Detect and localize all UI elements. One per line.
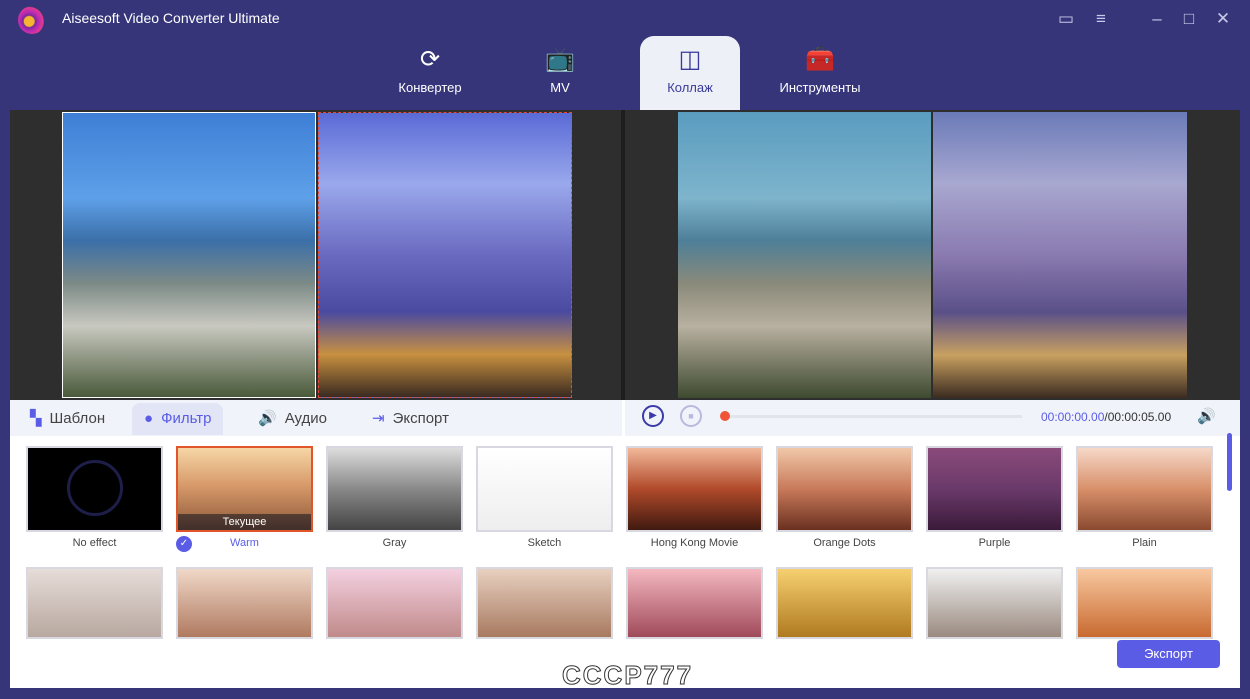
export-button[interactable]: Экспорт xyxy=(1117,640,1220,668)
filter-label: No effect xyxy=(72,537,117,549)
filter-label: Hong Kong Movie xyxy=(650,537,739,549)
no-effect-icon xyxy=(66,460,123,516)
preview-cell-2 xyxy=(933,112,1187,398)
filter-label: Gray xyxy=(382,537,407,549)
collage-cell-2[interactable] xyxy=(318,112,572,398)
filter-thumb-no-effect[interactable] xyxy=(26,446,163,532)
speaker-icon: 🔊 xyxy=(258,410,277,427)
filter-thumb-purple[interactable] xyxy=(926,446,1063,532)
tab-audio[interactable]: 🔊 Аудио xyxy=(246,403,339,435)
filter-thumb[interactable] xyxy=(926,567,1063,639)
nav-converter[interactable]: ⟳ Конвертер xyxy=(380,36,480,110)
close-icon[interactable]: ✕ xyxy=(1212,9,1234,29)
filter-label: Purple xyxy=(978,537,1011,549)
selected-check-icon: ✓ xyxy=(176,536,192,552)
filter-thumb-orange-dots[interactable] xyxy=(776,446,913,532)
filter-thumb[interactable] xyxy=(1076,567,1213,639)
filter-thumb-sketch[interactable] xyxy=(476,446,613,532)
filter-thumb-gray[interactable] xyxy=(326,446,463,532)
preview-cell-1 xyxy=(678,112,931,398)
filter-label: Orange Dots xyxy=(813,537,876,549)
menu-icon[interactable]: ≡ xyxy=(1090,9,1112,29)
export-icon: ⇥ xyxy=(372,410,385,427)
minimize-icon[interactable]: – xyxy=(1146,9,1168,29)
filter-thumb-plain[interactable] xyxy=(1076,446,1213,532)
filter-label: Sketch xyxy=(527,537,562,549)
filter-thumb[interactable] xyxy=(776,567,913,639)
app-title: Aiseesoft Video Converter Ultimate xyxy=(62,10,280,26)
nav-toolbox[interactable]: 🧰 Инструменты xyxy=(770,36,870,110)
filter-thumb[interactable] xyxy=(476,567,613,639)
stop-button[interactable]: ■ xyxy=(680,405,702,427)
filter-icon: ● xyxy=(144,410,154,427)
time-display: 00:00:00.00/00:00:05.00 xyxy=(1041,410,1172,424)
filter-thumb[interactable] xyxy=(176,567,313,639)
filter-thumb[interactable] xyxy=(626,567,763,639)
filter-label: Plain xyxy=(1132,537,1157,549)
collage-icon: ◫ xyxy=(678,46,702,73)
toolbox-icon: 🧰 xyxy=(805,46,835,73)
filter-thumb-hong-kong-movie[interactable] xyxy=(626,446,763,532)
progress-slider[interactable] xyxy=(726,415,1022,418)
nav-collage[interactable]: ◫ Коллаж xyxy=(640,36,740,110)
template-icon: ▚ xyxy=(30,410,42,427)
collage-cell-1[interactable] xyxy=(62,112,316,398)
tab-export[interactable]: ⇥ Экспорт xyxy=(360,403,461,435)
app-logo xyxy=(18,6,46,34)
current-badge: Текущее xyxy=(178,514,311,530)
play-button[interactable]: ▶ xyxy=(642,405,664,427)
volume-icon[interactable]: 🔊 xyxy=(1197,407,1216,425)
nav-mv[interactable]: 📺 MV xyxy=(510,36,610,110)
filter-thumb-warm[interactable]: Текущее xyxy=(176,446,313,532)
tv-icon: 📺 xyxy=(545,46,575,73)
tab-template[interactable]: ▚ Шаблон xyxy=(18,403,117,435)
filter-thumb[interactable] xyxy=(326,567,463,639)
tab-filter[interactable]: ● Фильтр xyxy=(132,403,224,435)
scrollbar[interactable] xyxy=(1227,433,1232,491)
progress-handle[interactable] xyxy=(720,411,730,421)
filter-thumb[interactable] xyxy=(26,567,163,639)
watermark: CCCP777 xyxy=(561,660,694,691)
feedback-icon[interactable]: ▭ xyxy=(1055,9,1077,29)
maximize-icon[interactable]: □ xyxy=(1178,9,1200,29)
filter-label: Warm xyxy=(230,537,259,549)
convert-icon: ⟳ xyxy=(419,46,441,73)
